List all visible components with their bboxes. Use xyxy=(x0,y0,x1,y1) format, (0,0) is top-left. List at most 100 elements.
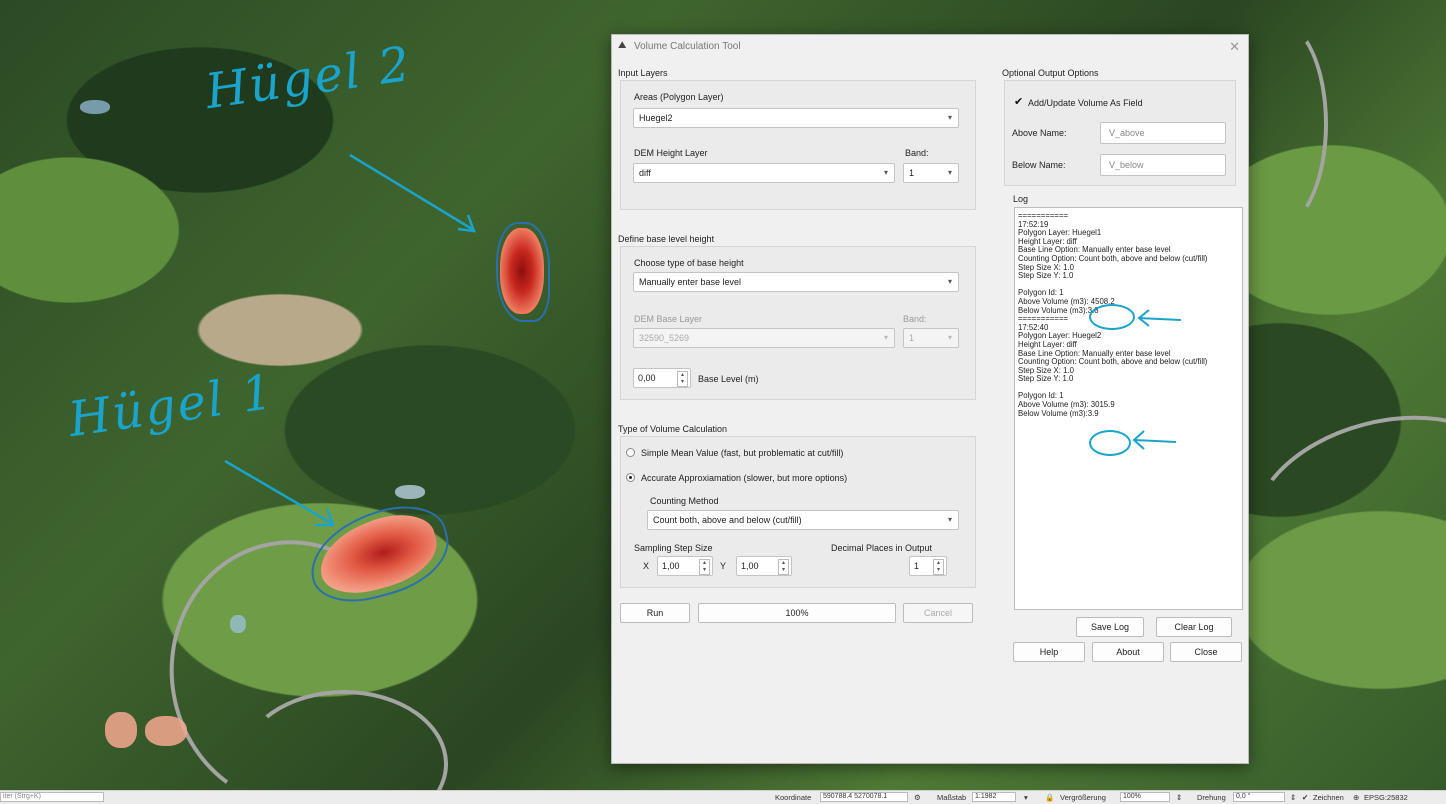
accurate-approx-radio[interactable] xyxy=(626,473,635,482)
rotation-spin-icon[interactable]: ⇕ xyxy=(1290,793,1296,802)
chevron-down-icon: ▾ xyxy=(883,333,888,342)
counting-method-value: Count both, above and below (cut/fill) xyxy=(653,515,802,525)
rotation-label: Drehung xyxy=(1197,793,1226,802)
help-button[interactable]: Help xyxy=(1013,642,1085,662)
input-layers-title: Input Layers xyxy=(618,68,668,78)
close-icon[interactable]: ✕ xyxy=(1229,39,1240,55)
log-line: Step Size Y: 1.0 xyxy=(1018,374,1074,384)
dem-height-combobox[interactable]: diff ▾ xyxy=(633,163,895,183)
counting-method-combobox[interactable]: Count both, above and below (cut/fill) ▾ xyxy=(647,510,959,530)
rotation-field[interactable]: 0,0 ° xyxy=(1233,792,1285,802)
annotation-hill2: Hügel 2 xyxy=(202,35,415,121)
title-bar[interactable]: ⛰ Volume Calculation Tool ✕ xyxy=(612,35,1248,59)
hill2-polygon[interactable] xyxy=(496,222,550,322)
simple-mean-radio[interactable] xyxy=(626,448,635,457)
crs-globe-icon[interactable]: ⊕ xyxy=(1353,793,1359,802)
scale-dropdown-icon[interactable]: ▾ xyxy=(1024,793,1028,802)
base-band-value: 1 xyxy=(909,333,915,343)
water-patch xyxy=(230,615,246,633)
locator-search-input[interactable]: iter (Strg+K) xyxy=(0,792,104,802)
locator-placeholder: iter (Strg+K) xyxy=(3,793,41,800)
render-checkbox[interactable]: ✔ xyxy=(1302,793,1308,802)
chevron-down-icon: ▾ xyxy=(947,168,952,177)
chevron-down-icon: ▾ xyxy=(947,515,952,524)
spin-arrows-icon[interactable]: ▴ ▾ xyxy=(933,559,944,575)
add-field-label: Add/Update Volume As Field xyxy=(1028,98,1143,108)
water-patch xyxy=(395,485,425,499)
chevron-down-icon: ▾ xyxy=(947,277,952,286)
spin-arrows-icon[interactable]: ▴ ▾ xyxy=(677,371,688,387)
base-band-combobox[interactable]: 1 ▾ xyxy=(903,328,959,348)
band-value: 1 xyxy=(909,168,915,178)
coordinate-field[interactable]: 590788.4 5270078.1 xyxy=(820,792,908,802)
dem-base-value: 32590_5269 xyxy=(639,333,690,343)
sampling-step-label: Sampling Step Size xyxy=(634,543,713,553)
annotation-circle-1 xyxy=(1089,304,1135,330)
zoom-field[interactable]: 100% xyxy=(1120,792,1170,802)
above-name-label: Above Name: xyxy=(1012,128,1067,138)
zoom-spin-icon[interactable]: ⇕ xyxy=(1176,793,1182,802)
base-type-value: Manually enter base level xyxy=(639,277,742,287)
log-line: =========== xyxy=(1018,211,1069,220)
base-level-unit-label: Base Level (m) xyxy=(698,374,759,384)
cancel-button[interactable]: Cancel xyxy=(903,603,973,623)
accurate-approx-label: Accurate Approxiamation (slower, but mor… xyxy=(641,473,848,483)
base-level-title: Define base level height xyxy=(618,234,715,244)
rotation-value: 0,0 ° xyxy=(1236,793,1251,800)
scale-field[interactable]: 1:1982 xyxy=(972,792,1016,802)
lock-icon[interactable]: 🔒 xyxy=(1045,793,1054,802)
add-field-checkbox[interactable]: ✔ xyxy=(1014,95,1023,108)
dem-height-label: DEM Height Layer xyxy=(634,148,708,158)
base-type-label: Choose type of base height xyxy=(634,258,744,268)
step-x-value: 1,00 xyxy=(662,561,680,571)
band-combobox[interactable]: 1 ▾ xyxy=(903,163,959,183)
base-band-label: Band: xyxy=(903,314,927,324)
areas-value: Huegel2 xyxy=(639,113,673,123)
annotation-arrow-hill1 xyxy=(224,459,335,527)
scale-label: Maßstab xyxy=(937,793,967,802)
volume-patch xyxy=(145,716,187,746)
step-y-spinbox[interactable]: 1,00 ▴ ▾ xyxy=(736,556,792,576)
annotation-hill1: Hügel 1 xyxy=(65,363,278,449)
coordinate-value: 590788.4 5270078.1 xyxy=(823,793,888,800)
about-button[interactable]: About xyxy=(1092,642,1164,662)
below-name-input[interactable]: V_below xyxy=(1100,154,1226,176)
counting-method-label: Counting Method xyxy=(650,496,719,506)
above-name-input[interactable]: V_above xyxy=(1100,122,1226,144)
crs-label[interactable]: EPSG:25832 xyxy=(1364,793,1408,802)
close-button[interactable]: Close xyxy=(1170,642,1242,662)
chevron-down-icon: ▾ xyxy=(947,333,952,342)
step-y-value: 1,00 xyxy=(741,561,759,571)
output-options-title: Optional Output Options xyxy=(1002,68,1099,78)
decimal-places-value: 1 xyxy=(914,561,920,571)
zoom-label: Vergrößerung xyxy=(1060,793,1106,802)
save-log-button[interactable]: Save Log xyxy=(1076,617,1144,637)
decimal-places-spinbox[interactable]: 1 ▴ ▾ xyxy=(909,556,947,576)
volume-patch xyxy=(105,712,137,748)
run-button[interactable]: Run xyxy=(620,603,690,623)
annotation-arrow-hill2 xyxy=(349,153,476,233)
chevron-down-icon: ▾ xyxy=(947,113,952,122)
step-x-spinbox[interactable]: 1,00 ▴ ▾ xyxy=(657,556,713,576)
scale-value: 1:1982 xyxy=(975,793,997,800)
log-text-area[interactable]: =========== 17:52:19 Polygon Layer: Huegel… xyxy=(1014,207,1243,610)
clear-log-button[interactable]: Clear Log xyxy=(1156,617,1232,637)
below-name-label: Below Name: xyxy=(1012,160,1066,170)
simple-mean-label: Simple Mean Value (fast, but problematic… xyxy=(641,448,844,458)
zoom-value: 100% xyxy=(1123,793,1141,800)
extents-toggle-icon[interactable]: ⚙ xyxy=(914,793,921,802)
annotation-circle-2 xyxy=(1089,430,1131,456)
dem-height-value: diff xyxy=(639,168,651,178)
base-level-spinbox[interactable]: 0,00 ▴ ▾ xyxy=(633,368,691,388)
dialog-title: Volume Calculation Tool xyxy=(634,41,741,52)
areas-label: Areas (Polygon Layer) xyxy=(634,92,724,102)
dem-base-combobox[interactable]: 32590_5269 ▾ xyxy=(633,328,895,348)
spin-arrows-icon[interactable]: ▴ ▾ xyxy=(778,559,789,575)
progress-text: 100% xyxy=(785,608,809,618)
log-line: Below Volume (m3):3.9 xyxy=(1018,408,1099,418)
areas-combobox[interactable]: Huegel2 ▾ xyxy=(633,108,959,128)
step-y-label: Y xyxy=(720,561,727,571)
base-type-combobox[interactable]: Manually enter base level ▾ xyxy=(633,272,959,292)
volume-calc-title: Type of Volume Calculation xyxy=(618,424,728,434)
spin-arrows-icon[interactable]: ▴ ▾ xyxy=(699,559,710,575)
